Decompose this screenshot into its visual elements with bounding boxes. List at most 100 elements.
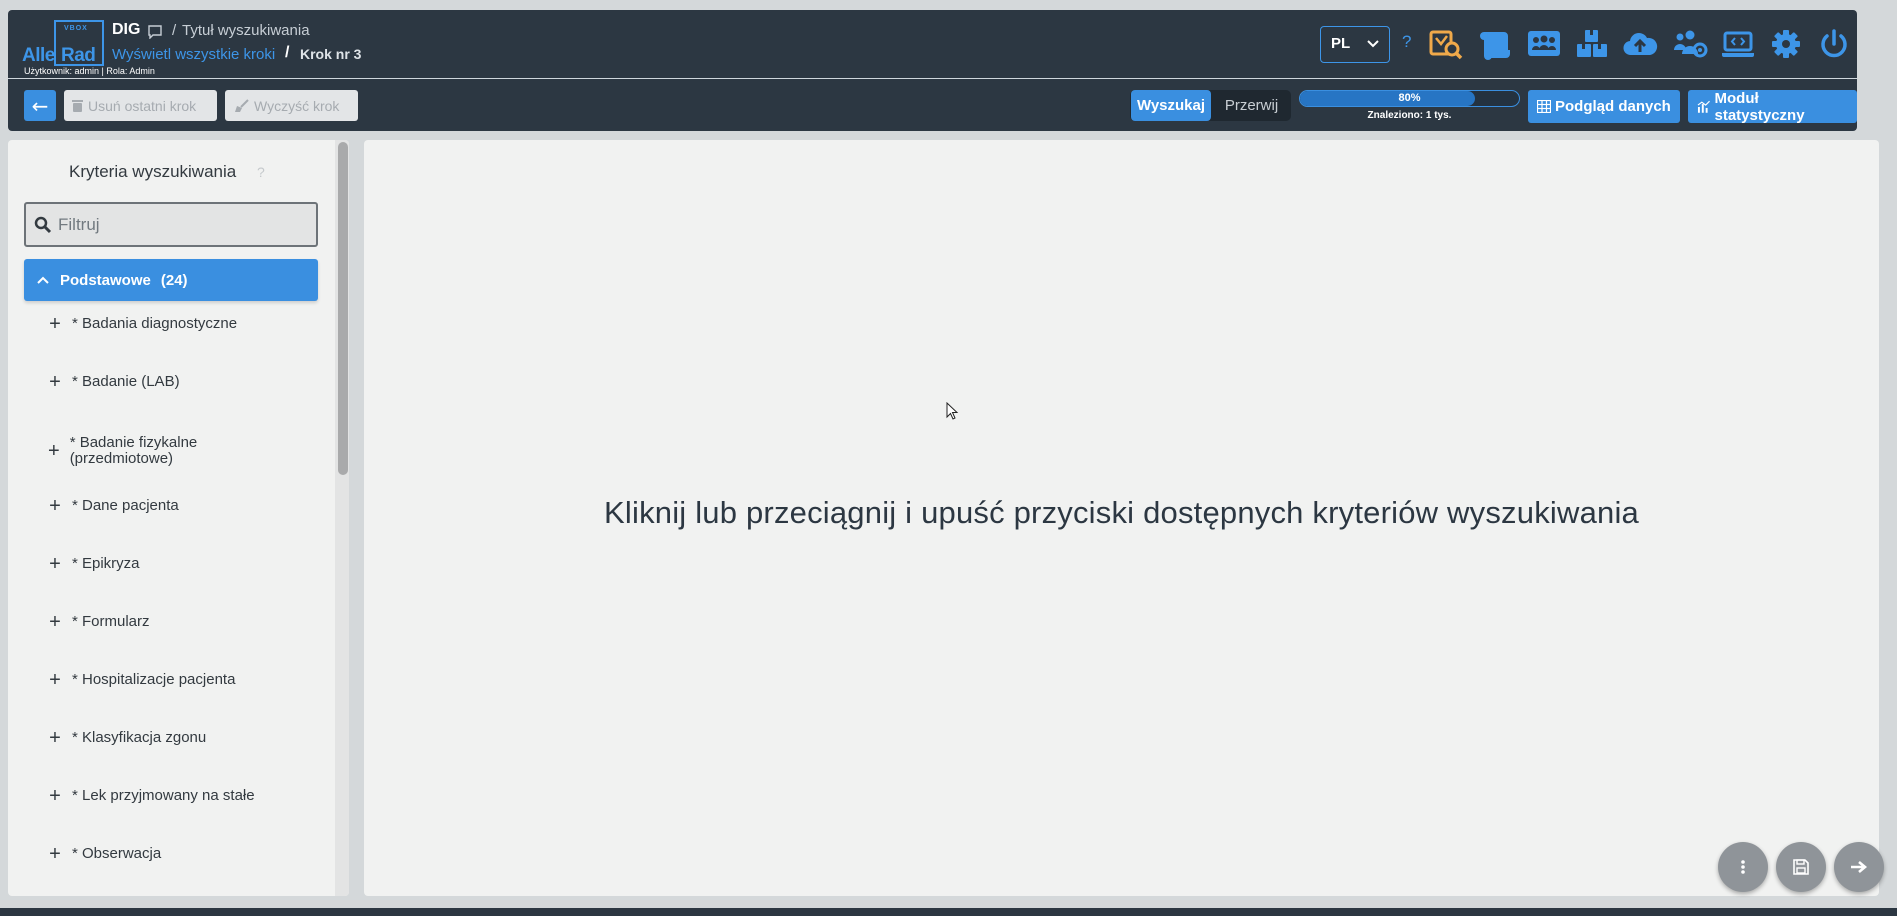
bottom-bar: [0, 908, 1897, 916]
plus-icon: +: [49, 785, 61, 807]
arrow-right-icon: [1851, 861, 1868, 873]
table-icon: [1537, 100, 1551, 113]
scroll-icon[interactable]: [1478, 28, 1514, 60]
list-item-label: * Epikryza: [72, 555, 140, 572]
list-item[interactable]: + * Hospitalizacje pacjenta: [48, 669, 298, 691]
header-divider: [8, 78, 1857, 79]
save-button[interactable]: [1776, 842, 1826, 892]
mouse-cursor-icon: [946, 402, 959, 420]
search-progress-bar: 80%: [1299, 90, 1520, 107]
current-step: Krok nr 3: [300, 46, 362, 62]
data-preview-button[interactable]: Podgląd danych: [1528, 90, 1680, 123]
user-info: Użytkownik: admin | Rola: Admin: [24, 66, 155, 76]
stop-button[interactable]: Przerwij: [1212, 90, 1291, 121]
criteria-drop-zone[interactable]: Kliknij lub przeciągnij i upuść przycisk…: [364, 140, 1884, 896]
list-item[interactable]: + * Epikryza: [48, 553, 298, 575]
criteria-sidebar: Kryteria wyszukiwania ? Podstawowe (24) …: [8, 140, 349, 896]
all-steps-link[interactable]: Wyświetl wszystkie kroki: [112, 46, 275, 63]
comment-icon[interactable]: [147, 25, 163, 39]
language-select[interactable]: PL: [1320, 26, 1390, 63]
plus-icon: +: [48, 440, 60, 462]
header-top-row: VBOX Alle Rad DIG / Tytuł wyszukiwania W…: [8, 10, 1857, 78]
list-item[interactable]: + * Formularz: [48, 611, 298, 633]
trash-icon: [72, 100, 83, 112]
laptop-code-icon[interactable]: [1720, 28, 1756, 60]
plus-icon: +: [49, 553, 61, 575]
list-item[interactable]: + * Klasyfikacja zgonu: [48, 727, 298, 749]
chevron-down-icon: [1367, 40, 1379, 48]
list-item[interactable]: + * Badania diagnostyczne: [48, 313, 298, 335]
vertical-dots-icon: [1741, 860, 1745, 874]
statistics-module-button[interactable]: Moduł statystyczny: [1688, 89, 1857, 124]
group-count: (24): [160, 271, 188, 289]
allerad-logo[interactable]: VBOX Alle Rad: [22, 17, 116, 67]
filter-field: [24, 202, 318, 247]
search-button[interactable]: Wyszukaj: [1131, 90, 1211, 121]
found-count: Znaleziono: 1 tys.: [1367, 110, 1452, 121]
sidebar-scrollbar[interactable]: [335, 140, 349, 896]
search-title[interactable]: Tytuł wyszukiwania: [182, 22, 310, 39]
more-options-button[interactable]: [1718, 842, 1768, 892]
next-step-button[interactable]: [1834, 842, 1884, 892]
cloud-upload-icon[interactable]: [1622, 28, 1658, 60]
power-icon[interactable]: [1816, 28, 1852, 60]
statistics-module-label: Moduł statystyczny: [1714, 89, 1805, 124]
list-item-label: * Badanie fizykalne (przedmiotowe): [69, 434, 198, 467]
plus-icon: +: [49, 313, 61, 335]
floppy-disk-icon: [1793, 859, 1809, 875]
remove-last-step-label: Usuń ostatni krok: [88, 97, 197, 114]
list-item-label: * Obserwacja: [72, 845, 162, 862]
list-item[interactable]: + * Badanie (LAB): [48, 371, 298, 393]
logo-rad-text: Rad: [61, 45, 96, 66]
chevron-up-icon: [37, 276, 49, 284]
help-button[interactable]: ?: [1402, 32, 1411, 52]
team-board-icon[interactable]: [1526, 28, 1562, 60]
users-gear-icon[interactable]: [1672, 28, 1708, 60]
drop-hint-text: Kliknij lub przeciągnij i upuść przycisk…: [604, 495, 1639, 530]
app-name: DIG: [112, 21, 141, 38]
language-value: PL: [1331, 35, 1351, 52]
list-item-label: * Formularz: [72, 613, 150, 630]
plus-icon: +: [49, 495, 61, 517]
logo-vbox-text: VBOX: [64, 25, 88, 32]
boxes-icon[interactable]: [1574, 28, 1610, 60]
title-separator: /: [172, 22, 177, 39]
back-button[interactable]: ←: [24, 90, 56, 121]
list-item[interactable]: + * Obserwacja: [48, 843, 298, 865]
search-stop-toggle: Wyszukaj Przerwij: [1130, 90, 1291, 121]
breadcrumb-separator: /: [285, 44, 290, 61]
plus-icon: +: [49, 371, 61, 393]
list-item[interactable]: + * Badanie fizykalne (przedmiotowe): [48, 435, 208, 467]
progress-text: 80%: [1398, 92, 1421, 104]
list-item-label: * Hospitalizacje pacjenta: [72, 671, 236, 688]
app-header: VBOX Alle Rad DIG / Tytuł wyszukiwania W…: [8, 10, 1857, 131]
sidebar-help-icon[interactable]: ?: [257, 164, 265, 180]
plus-icon: +: [49, 843, 61, 865]
list-item-label: * Badanie (LAB): [72, 373, 180, 390]
clear-step-button[interactable]: Wyczyść krok: [225, 90, 358, 121]
chart-icon: [1697, 100, 1710, 113]
list-item-label: * Lek przyjmowany na stałe: [72, 787, 255, 804]
broom-icon: [235, 98, 249, 112]
sidebar-title: Kryteria wyszukiwania: [69, 162, 237, 181]
remove-last-step-button[interactable]: Usuń ostatni krok: [64, 90, 217, 121]
plus-icon: +: [49, 611, 61, 633]
header-toolbar: ← Usuń ostatni krok Wyczyść krok Wyszuka…: [8, 80, 1857, 131]
filter-input[interactable]: [58, 210, 308, 239]
gear-icon[interactable]: [1768, 28, 1804, 60]
list-item-label: * Badania diagnostyczne: [72, 315, 238, 332]
list-item-label: * Klasyfikacja zgonu: [72, 729, 207, 746]
list-item[interactable]: + * Lek przyjmowany na stałe: [48, 785, 298, 807]
scrollbar-thumb[interactable]: [338, 142, 348, 475]
group-label: Podstawowe: [60, 271, 151, 289]
clear-step-label: Wyczyść krok: [254, 97, 340, 114]
list-item-label: * Dane pacjenta: [72, 497, 179, 514]
logo-alle-text: Alle: [22, 45, 55, 66]
plus-icon: +: [49, 727, 61, 749]
data-preview-label: Podgląd danych: [1555, 98, 1671, 115]
group-header-basic[interactable]: Podstawowe (24): [24, 259, 318, 301]
list-item[interactable]: + * Dane pacjenta: [48, 495, 298, 517]
search-icon: [34, 216, 52, 234]
plus-icon: +: [49, 669, 61, 691]
search-report-icon[interactable]: [1428, 28, 1464, 60]
